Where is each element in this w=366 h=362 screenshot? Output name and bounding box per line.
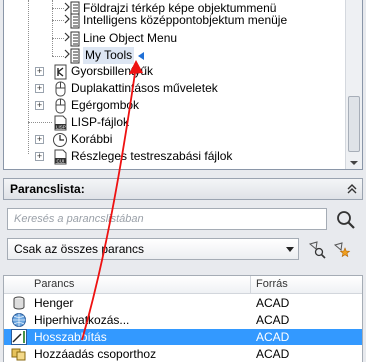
menu-icon [64, 31, 80, 46]
tree-item-duplakattintasos[interactable]: Duplakattintásos műveletek [52, 80, 218, 97]
tree-item-egergombok[interactable]: Egérgombok [52, 97, 139, 114]
command-source: ACAD [256, 296, 290, 310]
mouse-buttons-icon [55, 98, 66, 113]
extend-icon [11, 329, 27, 345]
filter-row: Csak az összes parancs [3, 238, 363, 262]
tree-item-gyorsbillentyuk[interactable]: Gyorsbillentyűk [52, 63, 153, 80]
scrollbar-thumb[interactable] [348, 96, 360, 152]
tree-item-label: Korábbi [71, 132, 113, 146]
menu-icon [64, 48, 80, 63]
tree-item-reszleges[interactable]: CUI Részleges testreszabási fájlok [52, 148, 232, 165]
command-name: Hozzáadás csoporthoz [34, 347, 157, 361]
table-header: Parancs Forrás [4, 276, 362, 294]
tree-item-intelligens[interactable]: Intelligens középpontobjektum menüje [64, 12, 287, 29]
tree-item-lisp-fajlok[interactable]: LISP LISP-fájlok [52, 114, 129, 131]
tree-item-label: Line Object Menu [83, 31, 178, 45]
search-icon[interactable] [335, 209, 357, 231]
tree-item-line-object-menu[interactable]: Line Object Menu [64, 30, 177, 47]
command-search-input[interactable] [7, 208, 327, 230]
command-name: Hiperhivatkozás... [34, 313, 130, 327]
tree-item-label: Egérgombok [71, 98, 140, 112]
filter-selected-value: Csak az összes parancs [14, 242, 145, 256]
tree-guide-line [28, 0, 29, 154]
tree-item-label: LISP-fájlok [71, 115, 130, 129]
clock-icon [53, 132, 67, 147]
collapse-icon[interactable] [346, 183, 358, 195]
command-filter-dropdown[interactable]: Csak az összes parancs [7, 238, 299, 260]
tree-item-my-tools[interactable]: My Tools [64, 47, 145, 64]
search-row [3, 208, 363, 232]
svg-text:CUI: CUI [57, 158, 65, 163]
svg-text:LISP: LISP [56, 124, 66, 129]
column-header-command[interactable]: Parancs [34, 278, 74, 290]
command-source: ACAD [256, 347, 290, 361]
expand-icon[interactable]: + [35, 152, 44, 161]
tree-connector [52, 38, 64, 39]
tree-item-label: Gyorsbillentyűk [71, 64, 154, 78]
tree-connector [52, 8, 64, 9]
expand-icon[interactable]: + [35, 135, 44, 144]
lisp-file-icon: LISP [54, 115, 67, 130]
chevron-down-icon [286, 247, 294, 252]
command-list-title: Parancslista: [10, 182, 85, 196]
table-row[interactable]: Henger ACAD [4, 295, 362, 311]
table-row[interactable]: Hiperhivatkozás... ACAD [4, 312, 362, 328]
tree-connector [52, 56, 64, 57]
tree-connector [28, 122, 52, 123]
drop-target-marker-icon [138, 51, 145, 60]
column-divider[interactable] [250, 276, 251, 293]
command-source: ACAD [256, 330, 290, 344]
shortcut-keys-icon [54, 64, 67, 79]
command-table: Parancs Forrás Henger ACAD Hiperhivatkoz… [3, 275, 363, 362]
command-source: ACAD [256, 313, 290, 327]
command-list-header: Parancslista: [3, 178, 363, 200]
cui-file-icon: CUI [54, 149, 67, 164]
scroll-down-icon[interactable] [350, 161, 358, 165]
find-command-icon[interactable] [307, 240, 327, 260]
menu-icon [64, 13, 80, 28]
tree-scrollbar[interactable] [345, 0, 362, 169]
double-click-icon [55, 81, 66, 96]
table-row-selected[interactable]: Hosszabbítás ACAD [4, 329, 362, 345]
new-command-icon[interactable] [331, 240, 351, 260]
expand-icon[interactable]: + [35, 101, 44, 110]
customization-tree: Földrajzi térkép képe objektummenü Intel… [3, 0, 363, 170]
tree-item-label: Duplakattintásos műveletek [71, 81, 218, 95]
add-to-group-icon [11, 348, 26, 361]
tree-item-label: My Tools [83, 47, 135, 64]
cylinder-icon [13, 296, 25, 310]
tree-item-label: Részleges testreszabási fájlok [71, 149, 233, 163]
hyperlink-globe-icon [12, 313, 26, 327]
command-name: Hosszabbítás [34, 330, 107, 344]
tree-connector [52, 20, 64, 21]
command-name: Henger [34, 296, 74, 310]
tree-item-label: Intelligens középpontobjektum menüje [83, 13, 288, 27]
table-row[interactable]: Hozzáadás csoporthoz ACAD [4, 346, 362, 362]
column-header-source[interactable]: Forrás [256, 278, 288, 290]
expand-icon[interactable]: + [35, 67, 44, 76]
tree-item-korabbi[interactable]: Korábbi [52, 131, 112, 148]
expand-icon[interactable]: + [35, 84, 44, 93]
